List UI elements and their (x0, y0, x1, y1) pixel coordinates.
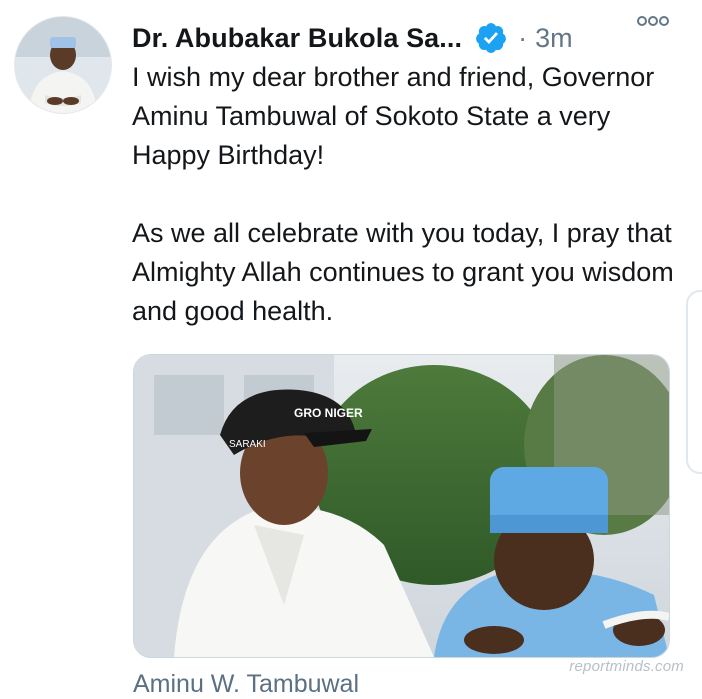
tweet-header: Dr. Abubakar Bukola Sa... · 3m (132, 18, 678, 58)
verified-badge-icon (474, 21, 508, 55)
tweet-timestamp[interactable]: 3m (535, 23, 573, 54)
tagged-person-link[interactable]: Aminu W. Tambuwal (133, 670, 359, 699)
tweet-card[interactable]: Dr. Abubakar Bukola Sa... · 3m I wish my… (0, 0, 702, 698)
author-avatar[interactable] (14, 16, 112, 114)
cap-logo-text: GRO NIGER (294, 406, 363, 420)
author-name[interactable]: Dr. Abubakar Bukola Sa... (132, 23, 462, 54)
cap-side-text: SARAKI (229, 439, 266, 450)
image-watermark: reportminds.com (569, 658, 684, 675)
tweet-photo[interactable]: GRO NIGER SARAKI (133, 354, 670, 658)
separator-dot: · (518, 22, 528, 53)
side-panel-edge (686, 290, 702, 474)
more-options-icon[interactable] (636, 8, 670, 34)
tweet-text: I wish my dear brother and friend, Gover… (132, 62, 674, 326)
